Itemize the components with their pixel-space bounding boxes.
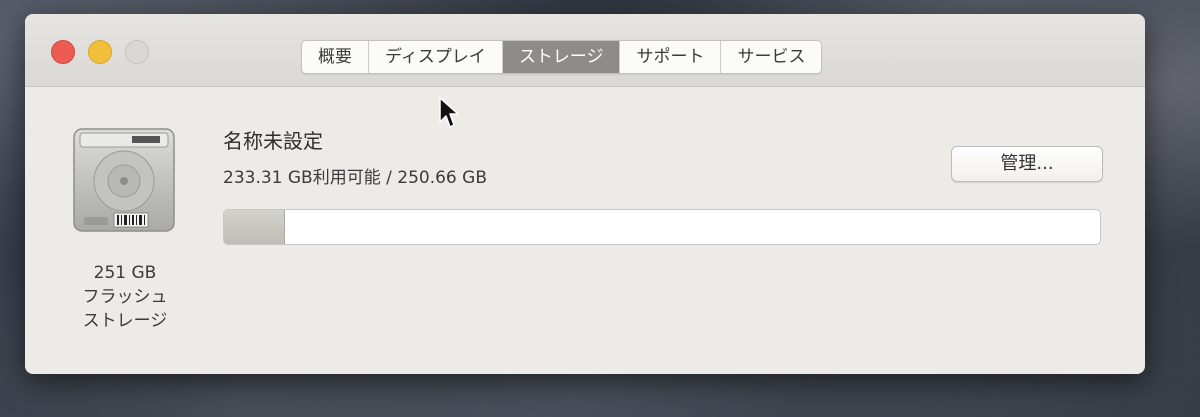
minimize-button[interactable] <box>88 40 112 64</box>
zoom-button[interactable] <box>125 40 149 64</box>
tab-service[interactable]: サービス <box>721 41 821 73</box>
storage-used-segment <box>224 210 286 244</box>
titlebar: 概要 ディスプレイ ストレージ サポート サービス <box>25 14 1145 87</box>
drive-type-line1: フラッシュ <box>82 287 168 307</box>
tab-bar: 概要 ディスプレイ ストレージ サポート サービス <box>301 40 823 74</box>
tab-support[interactable]: サポート <box>620 41 722 73</box>
tab-overview[interactable]: 概要 <box>302 41 369 73</box>
drive-capacity: 251 GB <box>93 263 157 283</box>
tab-displays[interactable]: ディスプレイ <box>369 41 503 73</box>
storage-pane: 251 GB フラッシュ ストレージ 名称未設定 233.31 GB利用可能 /… <box>25 87 1145 374</box>
mouse-pointer-icon <box>439 97 459 128</box>
volume-usage-text: 233.31 GB利用可能 / 250.66 GB <box>223 168 487 188</box>
hard-drive-icon <box>73 128 175 232</box>
drive-type-line2: ストレージ <box>82 311 168 331</box>
close-button[interactable] <box>51 40 75 64</box>
tab-storage[interactable]: ストレージ <box>502 41 621 73</box>
drive-caption: 251 GB フラッシュ ストレージ <box>55 261 195 333</box>
about-this-mac-window: 概要 ディスプレイ ストレージ サポート サービス 251 GB フラッシュ ス… <box>25 14 1145 374</box>
manage-button[interactable]: 管理... <box>951 146 1103 182</box>
storage-usage-bar <box>223 209 1101 245</box>
volume-name: 名称未設定 <box>223 129 323 153</box>
